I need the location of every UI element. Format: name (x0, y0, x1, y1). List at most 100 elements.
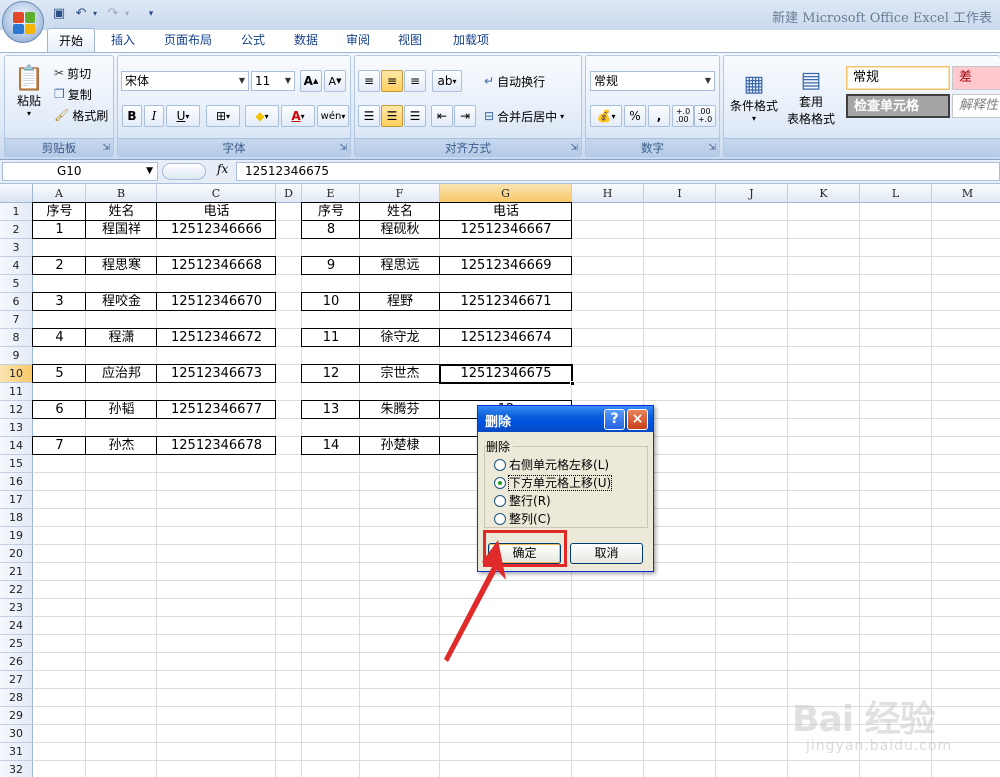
phone-cell[interactable]: 12512346668 (157, 257, 276, 275)
redo-dropdown-icon[interactable]: ▾ (118, 5, 136, 23)
table-header-cell[interactable]: 电话 (440, 203, 572, 221)
dialog-title-bar[interactable]: 删除 ? × (478, 406, 653, 432)
name-cell[interactable]: 孙楚棣 (360, 437, 440, 455)
number-cell[interactable]: 11 (302, 329, 360, 347)
name-cell[interactable]: 程咬金 (86, 293, 157, 311)
row-header-2[interactable]: 2 (0, 221, 33, 239)
clipboard-launcher-icon[interactable]: ⇲ (102, 143, 110, 153)
row-header-15[interactable]: 15 (0, 455, 33, 473)
phone-cell[interactable]: 12512346669 (440, 257, 572, 275)
tab-view[interactable]: 视图 (387, 28, 433, 52)
increase-indent-button[interactable]: ⇥ (454, 105, 476, 127)
table-header-cell[interactable]: 姓名 (86, 203, 157, 221)
undo-dropdown-icon[interactable]: ▾ (86, 5, 104, 23)
number-cell[interactable]: 5 (33, 365, 86, 383)
column-header-b[interactable]: B (86, 184, 157, 203)
save-icon[interactable]: ▣ (50, 5, 68, 23)
row-header-24[interactable]: 24 (0, 617, 33, 635)
number-cell[interactable]: 9 (302, 257, 360, 275)
phone-cell[interactable]: 12512346675 (440, 365, 572, 383)
cancel-button[interactable]: 取消 (570, 543, 643, 564)
number-cell[interactable]: 2 (33, 257, 86, 275)
number-cell[interactable]: 8 (302, 221, 360, 239)
row-header-23[interactable]: 23 (0, 599, 33, 617)
merge-center-button[interactable]: ⊟ 合并后居中 ▾ (483, 105, 579, 127)
select-all-corner[interactable] (0, 184, 33, 203)
style-bad[interactable]: 差 (952, 66, 1000, 90)
name-cell[interactable]: 程国祥 (86, 221, 157, 239)
row-header-1[interactable]: 1 (0, 203, 33, 221)
tab-formulas[interactable]: 公式 (230, 28, 276, 52)
phone-cell[interactable]: 12512346674 (440, 329, 572, 347)
column-header-j[interactable]: J (716, 184, 788, 203)
row-header-13[interactable]: 13 (0, 419, 33, 437)
name-cell[interactable]: 程思远 (360, 257, 440, 275)
table-header-cell[interactable]: 序号 (302, 203, 360, 221)
column-header-c[interactable]: C (157, 184, 276, 203)
number-cell[interactable]: 3 (33, 293, 86, 311)
paste-button[interactable]: 📋 粘贴 ▾ (9, 60, 49, 122)
comma-button[interactable]: , (648, 105, 670, 127)
name-cell[interactable]: 程潇 (86, 329, 157, 347)
number-format-combo[interactable]: 常规 ▼ (590, 71, 715, 91)
align-left-button[interactable]: ☰ (358, 105, 380, 127)
option-entire-column[interactable]: 整列(C) (494, 511, 551, 528)
table-header-cell[interactable]: 序号 (33, 203, 86, 221)
row-header-31[interactable]: 31 (0, 743, 33, 761)
copy-button[interactable]: ❐ 复制 (53, 83, 109, 105)
phone-cell[interactable]: 12512346670 (157, 293, 276, 311)
customize-toolbar-icon[interactable]: ▾ (142, 5, 160, 23)
shrink-font-button[interactable]: A ▼ (324, 70, 346, 92)
italic-button[interactable]: I (144, 105, 164, 127)
name-cell[interactable]: 应治邦 (86, 365, 157, 383)
row-header-14[interactable]: 14 (0, 437, 33, 455)
row-header-26[interactable]: 26 (0, 653, 33, 671)
row-header-11[interactable]: 11 (0, 383, 33, 401)
number-cell[interactable]: 4 (33, 329, 86, 347)
align-right-button[interactable]: ☰ (404, 105, 426, 127)
option-entire-row[interactable]: 整行(R) (494, 493, 551, 510)
phone-cell[interactable]: 12512346672 (157, 329, 276, 347)
tab-add-ins[interactable]: 加载项 (443, 28, 499, 52)
office-button[interactable] (2, 1, 44, 43)
number-cell[interactable]: 12 (302, 365, 360, 383)
row-header-3[interactable]: 3 (0, 239, 33, 257)
column-header-m[interactable]: M (932, 184, 1000, 203)
number-cell[interactable]: 6 (33, 401, 86, 419)
underline-button[interactable]: U ▾ (166, 105, 200, 127)
font-name-combo[interactable]: 宋体 ▼ (121, 71, 249, 91)
help-button[interactable]: ? (604, 409, 625, 430)
accounting-format-button[interactable]: 💰 ▾ (590, 105, 622, 127)
row-header-27[interactable]: 27 (0, 671, 33, 689)
name-cell[interactable]: 孙杰 (86, 437, 157, 455)
row-header-6[interactable]: 6 (0, 293, 33, 311)
formula-input[interactable]: 12512346675 (236, 162, 1000, 181)
option-shift-left[interactable]: 右侧单元格左移(L) (494, 457, 609, 474)
close-button[interactable]: × (627, 409, 648, 430)
phone-cell[interactable]: 12512346667 (440, 221, 572, 239)
borders-button[interactable]: ⊞ ▾ (206, 105, 240, 127)
column-header-g[interactable]: G (440, 184, 572, 203)
column-header-h[interactable]: H (572, 184, 644, 203)
alignment-launcher-icon[interactable]: ⇲ (570, 143, 578, 153)
align-bottom-button[interactable]: ≡ (404, 70, 426, 92)
row-header-21[interactable]: 21 (0, 563, 33, 581)
radio-shift-left[interactable] (494, 459, 506, 471)
row-header-8[interactable]: 8 (0, 329, 33, 347)
table-header-cell[interactable]: 姓名 (360, 203, 440, 221)
radio-entire-column[interactable] (494, 513, 506, 525)
number-cell[interactable]: 1 (33, 221, 86, 239)
style-check-cell[interactable]: 检查单元格 (846, 94, 950, 118)
tab-review[interactable]: 审阅 (335, 28, 381, 52)
name-cell[interactable]: 程思寒 (86, 257, 157, 275)
phone-cell[interactable]: 12512346673 (157, 365, 276, 383)
name-box[interactable]: G10 ▼ (2, 162, 158, 181)
radio-entire-row[interactable] (494, 495, 506, 507)
wrap-text-button[interactable]: ↵ 自动换行 (483, 70, 579, 92)
radio-shift-up[interactable] (494, 477, 506, 489)
row-header-16[interactable]: 16 (0, 473, 33, 491)
phonetic-button[interactable]: wén ▾ (317, 105, 349, 127)
percent-button[interactable]: % (624, 105, 646, 127)
insert-function-icon[interactable]: fx (217, 162, 228, 176)
column-header-d[interactable]: D (276, 184, 302, 203)
